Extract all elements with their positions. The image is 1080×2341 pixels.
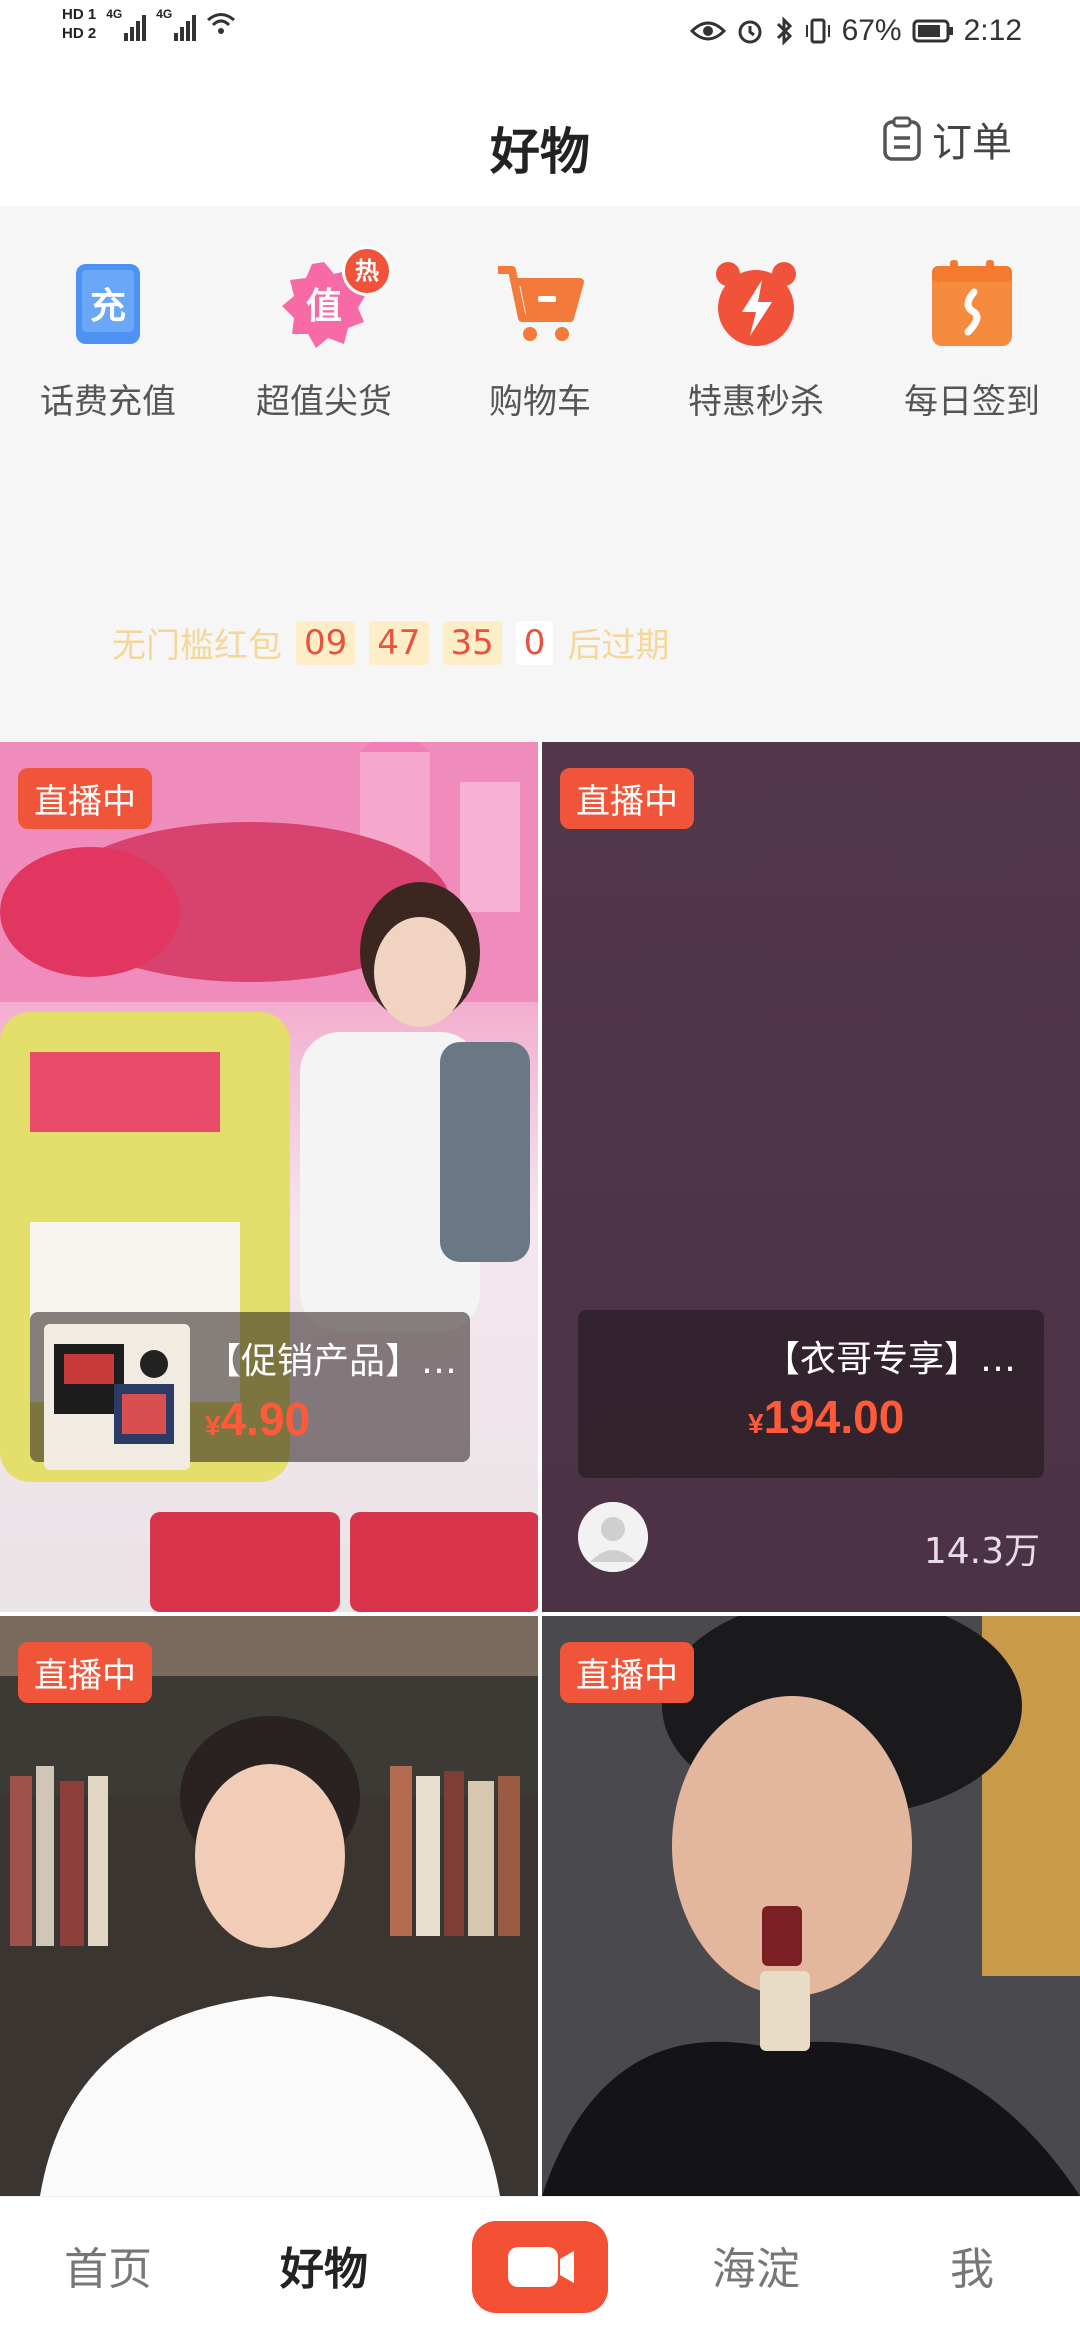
alarm-icon	[738, 20, 762, 44]
clock: 2:12	[963, 14, 1022, 47]
tab-goods[interactable]: 好物	[216, 2233, 432, 2297]
quick-item-value-goods[interactable]: 值 热 超值尖货	[216, 246, 432, 423]
product-name: 【促销产品】…	[205, 1341, 458, 1382]
quick-label: 特惠秒杀	[688, 382, 824, 422]
countdown-seconds: 35	[442, 620, 502, 665]
svg-text:充: 充	[90, 286, 126, 327]
sim1-indicator: HD 1	[62, 6, 97, 23]
quick-item-phone-topup[interactable]: 充 话费充值	[0, 256, 216, 423]
stream-preview-image	[0, 742, 538, 1612]
quick-item-cart[interactable]: 购物车	[432, 256, 648, 423]
quick-item-flash-sale[interactable]: 特惠秒杀	[648, 256, 864, 423]
product-price: ¥194.00	[748, 1391, 905, 1443]
quick-label: 话费充值	[40, 382, 176, 422]
bottom-tab-bar: 首页 好物 海淀 我	[0, 2196, 1080, 2341]
countdown-minutes: 47	[369, 620, 429, 665]
live-badge: 直播中	[560, 768, 694, 829]
flash-sale-icon	[708, 256, 804, 352]
clipboard-icon	[883, 116, 921, 161]
live-card[interactable]: 直播中	[542, 1616, 1080, 2196]
quick-label: 购物车	[489, 382, 591, 422]
header: 好物 订单	[0, 80, 1080, 206]
product-card[interactable]: 【衣哥专享】… ¥194.00	[578, 1310, 1044, 1478]
sim2-indicator: HD 2	[62, 25, 97, 42]
cart-icon	[492, 256, 588, 352]
status-bar: HD 1 HD 2 4G 4G 67% 2:12	[0, 0, 1080, 80]
countdown-suffix: 后过期	[567, 626, 670, 666]
live-card[interactable]: 直播中 【衣哥专享】… ¥194.00 14.3万	[542, 742, 1080, 1612]
orders-button[interactable]: 订单	[882, 110, 1012, 168]
wifi-icon	[207, 13, 236, 34]
countdown-prefix: 无门槛红包	[112, 626, 282, 666]
bluetooth-icon	[776, 16, 792, 46]
product-price: ¥4.90	[205, 1393, 311, 1445]
countdown-fraction: 0	[515, 620, 554, 665]
value-goods-icon: 值 热	[276, 246, 392, 352]
stream-preview-image	[0, 1616, 538, 2196]
live-camera-button[interactable]	[472, 2221, 608, 2313]
live-card[interactable]: 直播中	[0, 1616, 538, 2196]
red-packet-countdown[interactable]: 无门槛红包 09 47 35 0 后过期	[112, 618, 669, 667]
tab-haidian[interactable]: 海淀	[648, 2233, 864, 2297]
quick-menu: 充 话费充值 值 热 超值尖货 购物车 特惠秒杀 每日签到 无门槛红包 09 4…	[0, 206, 1080, 742]
svg-text:值: 值	[306, 286, 342, 327]
video-camera-icon	[508, 2247, 574, 2287]
tab-home[interactable]: 首页	[0, 2233, 216, 2297]
quick-label: 每日签到	[904, 382, 1040, 422]
orders-label: 订单	[932, 120, 1012, 166]
stream-preview-image	[542, 1616, 1080, 2196]
product-card[interactable]: 【促销产品】… ¥4.90	[30, 1312, 470, 1470]
product-name: 【衣哥专享】…	[764, 1339, 1017, 1380]
battery-icon	[912, 19, 953, 43]
eye-icon	[689, 21, 726, 41]
tab-me[interactable]: 我	[864, 2233, 1080, 2297]
countdown-hours: 09	[296, 620, 356, 665]
signal-2-icon: 4G	[156, 7, 197, 41]
hot-badge: 热	[342, 246, 392, 296]
live-badge: 直播中	[18, 768, 152, 829]
quick-item-daily-checkin[interactable]: 每日签到	[864, 256, 1080, 423]
vibrate-icon	[805, 18, 830, 44]
live-card[interactable]: 直播中 【促销产品】… ¥4.90	[0, 742, 538, 1612]
signal-1-icon: 4G	[106, 7, 147, 41]
battery-percent: 67%	[841, 14, 902, 47]
viewer-count: 14.3万	[923, 1531, 1040, 1572]
product-thumbnail	[44, 1324, 190, 1470]
quick-label: 超值尖货	[256, 382, 392, 422]
phone-topup-icon: 充	[60, 256, 156, 352]
streamer-avatar[interactable]	[578, 1502, 648, 1572]
live-badge: 直播中	[18, 1642, 152, 1703]
daily-checkin-icon	[924, 256, 1020, 352]
live-badge: 直播中	[560, 1642, 694, 1703]
